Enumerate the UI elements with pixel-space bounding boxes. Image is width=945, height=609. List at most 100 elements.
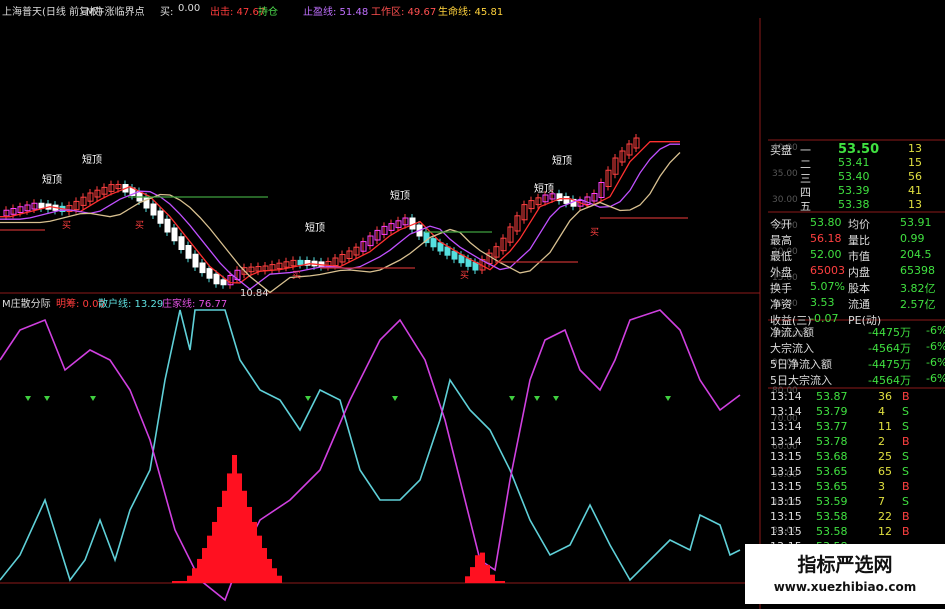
quote-cell: -4475万 [868, 326, 911, 339]
quote-cell: 2 [878, 435, 885, 448]
quote-cell: -4475万 [868, 358, 911, 371]
quote-cell: 53.40 [838, 170, 870, 183]
histogram-bar [177, 581, 182, 583]
candle-body [185, 245, 192, 259]
quote-cell: 13:14 [770, 390, 802, 403]
life-value: 生命线: 45.81 [438, 7, 504, 18]
osc-name[interactable]: M庄散分际 [2, 295, 51, 310]
quote-cell: 五 [800, 200, 811, 213]
quote-cell: 53.38 [838, 198, 870, 211]
hold-label: 持仓 [258, 7, 278, 18]
buy-label: 买: [160, 7, 174, 18]
signal-marker [534, 396, 540, 401]
quote-cell: 65398 [900, 264, 935, 277]
signal-marker [392, 396, 398, 401]
quote-cell: 13:15 [770, 510, 802, 523]
quote-cell: 15 [908, 156, 922, 169]
buy-mark: 买 [590, 227, 599, 238]
quote-cell: 外盘 [770, 266, 792, 279]
quote-cell: S [902, 405, 909, 418]
sell-value: 出击: 47.67 [210, 7, 266, 18]
oscillator-header: M庄散分际 明筹: 0.00 散户线: 13.29 庄家线: 76.77 [0, 295, 760, 310]
candle-body [220, 279, 227, 286]
quote-cell: 5日净流入额 [770, 358, 832, 371]
candle-body [150, 203, 157, 216]
short-top-label: 短顶 [305, 221, 325, 234]
signal-marker [509, 396, 515, 401]
chart-header: 上海普天(日线 前复权) M牛涨临界点 买: 0.00 出击: 47.67 持仓… [0, 0, 760, 18]
quote-cell: 13:15 [770, 465, 802, 478]
histogram-bar [277, 575, 282, 583]
histogram-bar [272, 568, 277, 583]
quote-cell: 13:15 [770, 525, 802, 538]
quote-cell: 最低 [770, 250, 792, 263]
histogram-bar [222, 490, 227, 583]
quote-cell: 36 [878, 390, 892, 403]
quote-cell: B [902, 390, 910, 403]
quote-cell: 53.77 [816, 420, 848, 433]
ma-long [0, 152, 681, 294]
histogram-bar [192, 568, 197, 583]
buy-value: 0.00 [178, 3, 201, 14]
quote-cell: 25 [878, 450, 892, 463]
quote-cell: 65 [878, 465, 892, 478]
signal-marker [25, 396, 31, 401]
quote-cell: 4 [878, 405, 885, 418]
short-top-label: 短顶 [534, 182, 554, 195]
quote-cell: 13:15 [770, 480, 802, 493]
quote-cell: -4564万 [868, 342, 911, 355]
quote-cell: -4564万 [868, 374, 911, 387]
quote-panel: 一买盘 53.50 13 二 53.41 15 三 53.40 56 四 53.39 41 五 53.38… [768, 140, 945, 580]
quote-cell: -0.07 [810, 312, 839, 325]
stop-value: 止盈线: 51.48 [303, 7, 369, 18]
osc-magenta-line [0, 309, 741, 602]
short-top-label: 短顶 [82, 153, 102, 166]
quote-cell: 13:14 [770, 420, 802, 433]
candle-body [213, 273, 220, 285]
quote-cell: 11 [878, 420, 892, 433]
quote-cell: S [902, 420, 909, 433]
buy-mark: 买 [292, 270, 301, 281]
indicator-name[interactable]: M牛涨临界点 [86, 3, 145, 18]
histogram-bar [237, 473, 242, 583]
signal-marker [665, 396, 671, 401]
quote-cell: 买盘 [770, 144, 792, 157]
short-top-label: 短顶 [390, 189, 410, 202]
candle-body [157, 210, 164, 224]
histogram-bar [470, 567, 475, 583]
histogram-bar [217, 506, 222, 583]
histogram-bar [207, 535, 212, 583]
quote-cell: 41 [908, 184, 922, 197]
quote-cell: 13:14 [770, 435, 802, 448]
buy-mark: 买 [460, 270, 469, 281]
histogram-bar [242, 490, 247, 583]
quote-cell: 65003 [810, 264, 845, 277]
quote-cell: S [902, 465, 909, 478]
watermark-url: www.xuezhibiao.com [773, 580, 917, 594]
candle-body [171, 227, 178, 242]
quote-cell: 3.82亿 [900, 282, 936, 295]
quote-cell: 53.39 [838, 184, 870, 197]
buy-mark: 买 [62, 220, 71, 231]
quote-cell: 53.78 [816, 435, 848, 448]
quote-cell: 3 [878, 480, 885, 493]
quote-cell: 53.80 [810, 216, 842, 229]
candle-body [297, 259, 304, 265]
quote-cell: -6% [926, 372, 945, 385]
histogram-bar [232, 455, 237, 583]
quote-cell: 13:14 [770, 405, 802, 418]
quote-cell: 最高 [770, 234, 792, 247]
candle-body [192, 253, 199, 268]
quote-cell: 大宗流入 [770, 342, 814, 355]
histogram-bar [267, 558, 272, 583]
quote-cell: 13:15 [770, 450, 802, 463]
quote-cell: 2.57亿 [900, 298, 936, 311]
short-top-label: 短顶 [552, 154, 572, 167]
quote-cell: 12 [878, 525, 892, 538]
histogram-bar [182, 581, 187, 583]
quote-cell: 53.65 [816, 465, 848, 478]
quote-cell: 53.58 [816, 525, 848, 538]
histogram-bar [247, 506, 252, 583]
candle-body [199, 262, 206, 274]
histogram-bar [480, 552, 485, 583]
